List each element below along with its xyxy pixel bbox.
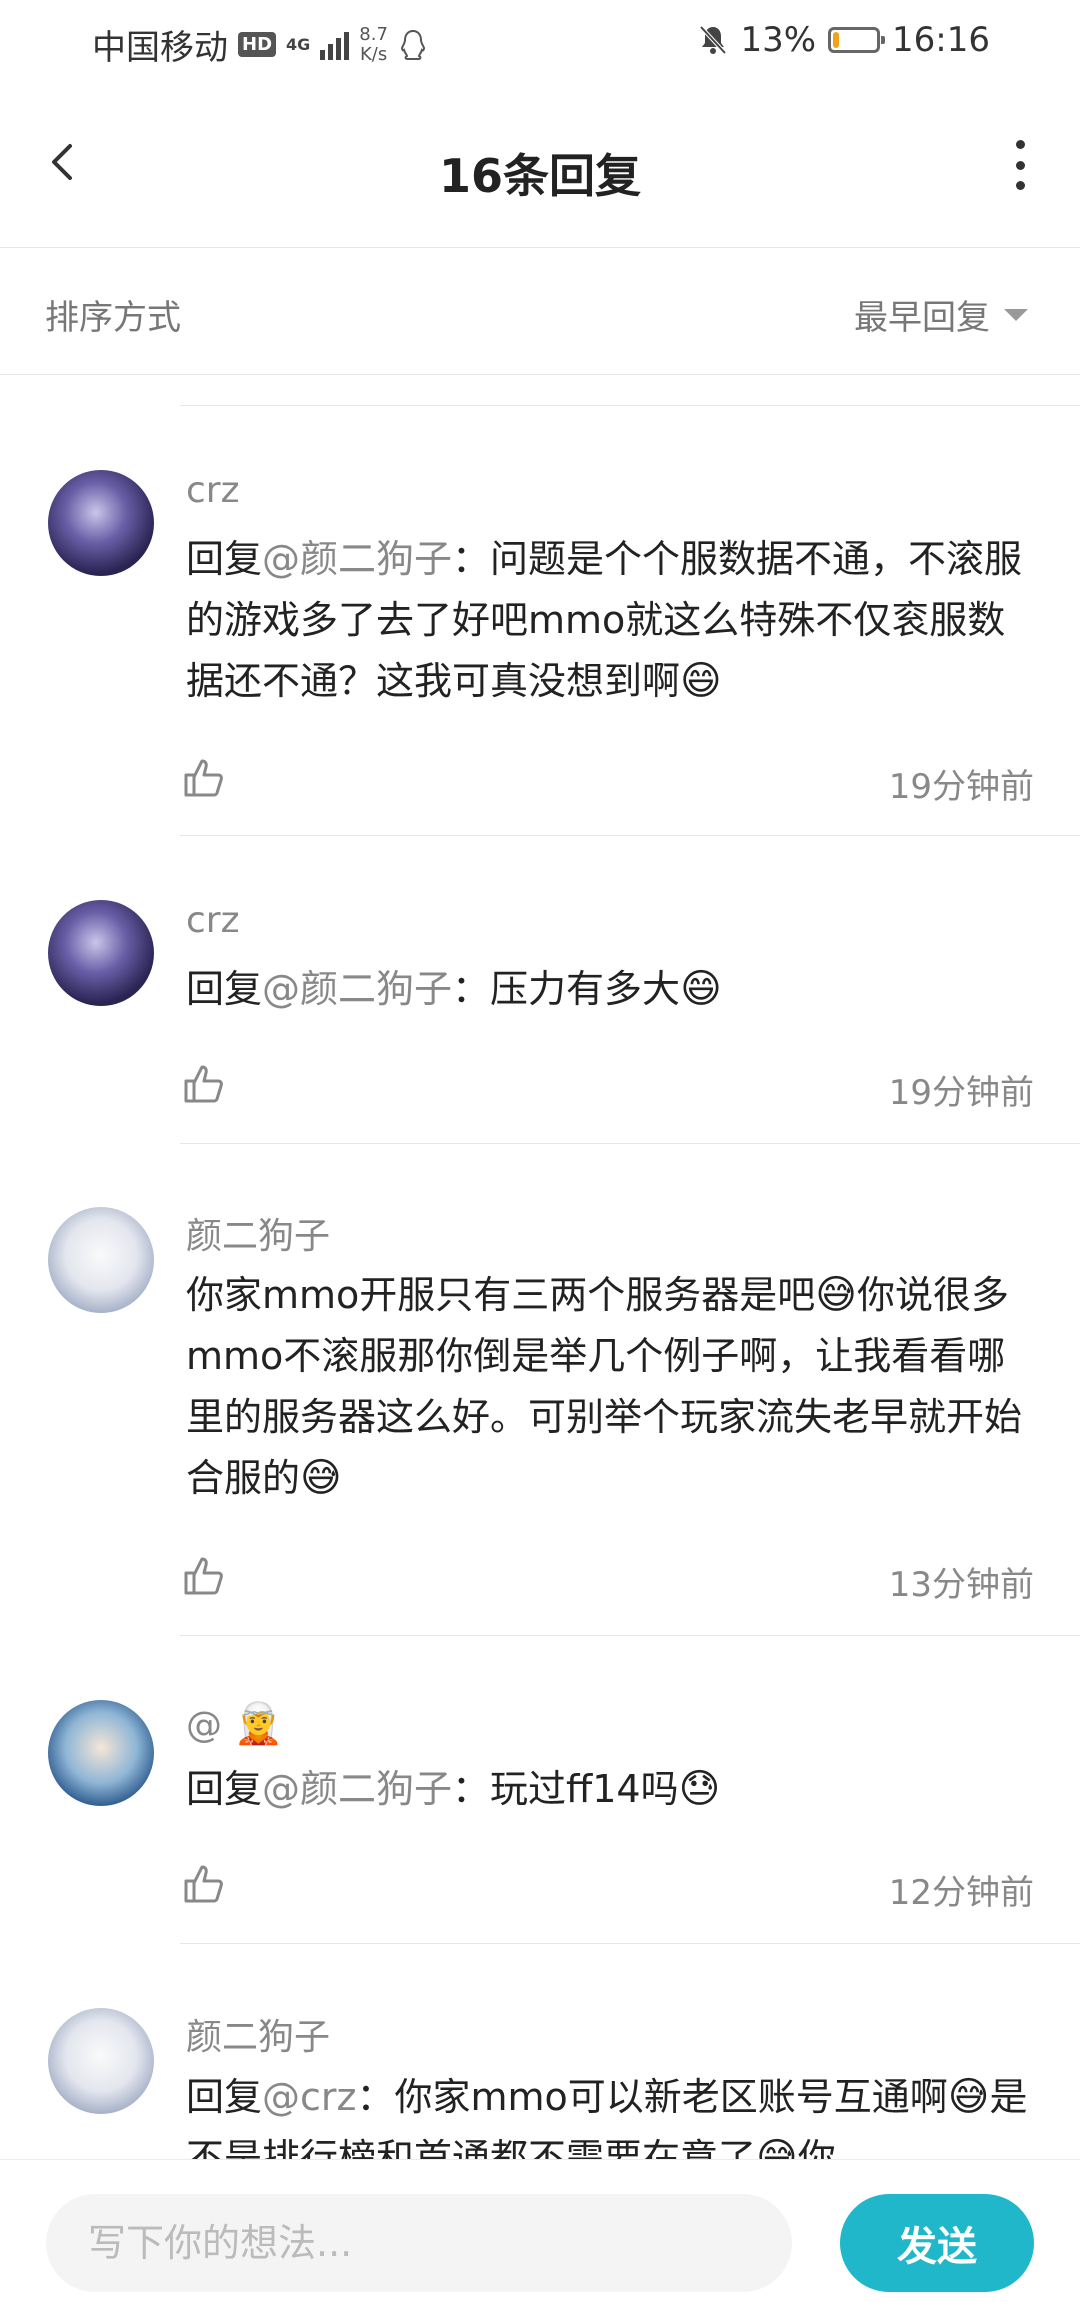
comment-text: 回复@crz：你家mmo可以新老区账号互通啊😅是不是排行榜和首通都不需要在意了😅… — [186, 2067, 1036, 2160]
emoji: 😄 — [680, 966, 722, 1012]
network-speed: 8.7 K/s — [359, 23, 388, 65]
divider — [180, 405, 1080, 406]
thumbs-up-icon[interactable] — [182, 1553, 226, 1597]
comment-text: 你家mmo开服只有三两个服务器是吧😅你说很多mmo不滚服那你倒是举几个例子啊，让… — [186, 1265, 1036, 1509]
reply-separator: ： — [452, 1767, 491, 1811]
emoji: 😓 — [678, 1766, 721, 1812]
sort-dropdown[interactable]: 最早回复 — [854, 290, 1028, 339]
battery-fill — [833, 32, 840, 48]
signal-icon — [320, 30, 350, 60]
username-text: @ — [186, 1705, 222, 1746]
mention-link[interactable]: @crz — [262, 2075, 356, 2119]
thumbs-up-icon[interactable] — [182, 755, 226, 799]
mention-link[interactable]: @颜二狗子 — [262, 967, 452, 1011]
comment-body: 你家mmo可以新老区账号互通啊 — [394, 2075, 948, 2119]
comment-text: 回复@颜二狗子：玩过ff14吗😓 — [186, 1759, 1036, 1820]
timestamp: 13分钟前 — [888, 1565, 1034, 1605]
reply-prefix: 回复 — [186, 537, 263, 581]
send-button[interactable]: 发送 — [840, 2194, 1034, 2292]
username[interactable]: 颜二狗子 — [186, 2008, 330, 2060]
sort-value: 最早回复 — [854, 298, 990, 338]
comment-body: 你 — [797, 2136, 836, 2160]
page-title: 16条回复 — [438, 149, 641, 203]
status-left: 中国移动 HD 4G 8.7 K/s — [92, 20, 428, 69]
reply-separator: ： — [452, 537, 491, 581]
emoji: 😅 — [947, 2074, 990, 2120]
username[interactable]: crz — [186, 900, 240, 941]
reply-separator: ： — [452, 967, 491, 1011]
sort-label: 排序方式 — [45, 298, 181, 338]
reply-prefix: 回复 — [186, 967, 263, 1011]
avatar[interactable] — [48, 1700, 154, 1806]
clock: 16:16 — [892, 20, 990, 60]
mention-link[interactable]: @颜二狗子 — [262, 1767, 452, 1811]
carrier-label: 中国移动 — [92, 28, 228, 68]
mention-link[interactable]: @颜二狗子 — [262, 537, 452, 581]
comment-body: 你家mmo开服只有三两个服务器是吧 — [186, 1273, 816, 1317]
caret-down-icon — [1004, 308, 1028, 321]
avatar[interactable] — [48, 2008, 154, 2114]
avatar[interactable] — [48, 900, 154, 1006]
comment-input[interactable] — [46, 2194, 792, 2292]
reply-prefix: 回复 — [186, 1767, 263, 1811]
reply-separator: ： — [356, 2075, 395, 2119]
username[interactable]: 颜二狗子 — [186, 1207, 330, 1259]
comment-body: 玩过ff14吗 — [490, 1767, 679, 1811]
battery-icon — [828, 27, 886, 53]
thumbs-up-icon[interactable] — [182, 1861, 226, 1905]
battery-percent: 13% — [740, 20, 817, 60]
hd-badge: HD — [238, 32, 277, 57]
username[interactable]: @ 🧝 — [186, 1700, 283, 1747]
username-emoji: 🧝 — [233, 1701, 284, 1747]
emoji: 😅 — [815, 1272, 857, 1318]
comment-body: 压力有多大 — [490, 967, 681, 1011]
network-type: 4G — [286, 35, 311, 54]
sort-bar: 排序方式 最早回复 — [0, 248, 1080, 375]
top-app-bar: 16条回复 — [0, 82, 1080, 248]
avatar[interactable] — [48, 1207, 154, 1313]
reply-list[interactable]: crz 回复@颜二狗子：问题是个个服数据不通，不滚服的游戏多了去了好吧mmo就这… — [0, 405, 1080, 2160]
timestamp: 19分钟前 — [888, 767, 1034, 807]
bell-off-icon — [699, 25, 727, 55]
divider — [180, 835, 1080, 836]
reply-prefix: 回复 — [186, 2075, 263, 2119]
comment-text: 回复@颜二狗子：压力有多大😄 — [186, 959, 1036, 1020]
comment-text: 回复@颜二狗子：问题是个个服数据不通，不滚服的游戏多了去了好吧mmo就这么特殊不… — [186, 529, 1036, 712]
divider — [180, 1943, 1080, 1944]
qq-penguin-icon — [400, 29, 425, 60]
username[interactable]: crz — [186, 470, 240, 511]
comment-composer: 发送 — [0, 2159, 1080, 2312]
emoji: 😅 — [300, 1455, 342, 1501]
timestamp: 12分钟前 — [888, 1873, 1034, 1913]
thumbs-up-icon[interactable] — [182, 1061, 226, 1105]
emoji: 😅 — [756, 2135, 798, 2160]
emoji: 😄 — [680, 658, 722, 704]
timestamp: 19分钟前 — [888, 1073, 1034, 1113]
status-bar: 中国移动 HD 4G 8.7 K/s 13% 16:16 — [0, 0, 1080, 82]
divider — [180, 1143, 1080, 1144]
avatar[interactable] — [48, 470, 154, 576]
status-right: 13% 16:16 — [698, 20, 990, 60]
more-vertical-icon[interactable] — [1008, 140, 1032, 190]
divider — [180, 1635, 1080, 1636]
